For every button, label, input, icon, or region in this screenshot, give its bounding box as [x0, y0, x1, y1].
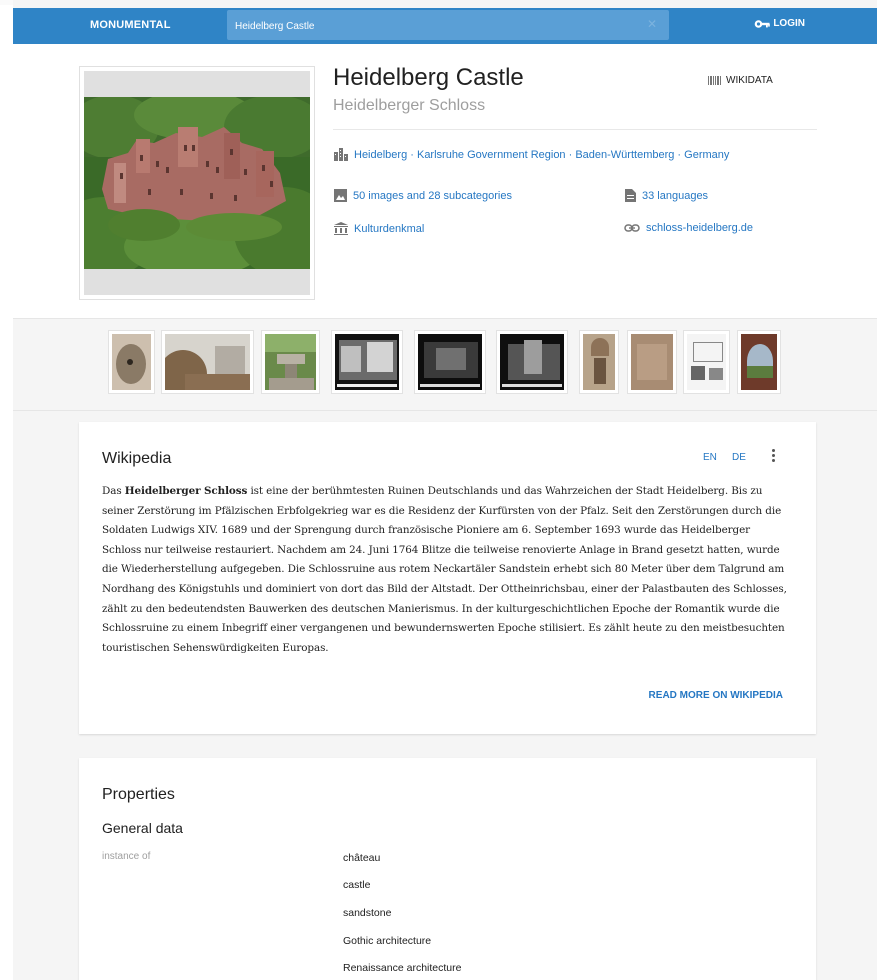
search-box[interactable]: ✕: [227, 10, 669, 40]
page: MONUMENTAL ✕ LOGIN: [13, 0, 877, 980]
wikipedia-extract: Das Heidelberger Schloss ist eine der be…: [102, 482, 792, 658]
monument-subtitle: Heidelberger Schloss: [333, 97, 486, 114]
property-label: instance of: [102, 851, 151, 862]
languages-link[interactable]: 33 languages: [625, 189, 708, 202]
thumbnail-8[interactable]: [627, 330, 677, 394]
top-app-bar: MONUMENTAL ✕ LOGIN: [13, 8, 877, 44]
thumbnail-2[interactable]: [161, 330, 254, 394]
website-text: schloss-heidelberg.de: [646, 222, 754, 234]
wikipedia-heading: Wikipedia: [102, 450, 172, 467]
title-divider: [333, 129, 817, 130]
general-data-heading: General data: [102, 820, 183, 836]
city-icon: [334, 148, 348, 161]
wikidata-link[interactable]: WIKIDATA: [708, 75, 773, 86]
properties-heading: Properties: [102, 786, 175, 803]
lang-en-button[interactable]: EN: [703, 452, 717, 463]
wikipedia-card: Wikipedia EN DE Das Heidelberger Schloss…: [79, 422, 816, 734]
location-breadcrumb[interactable]: Heidelberg · Karlsruhe Government Region…: [334, 148, 729, 161]
image-icon: [334, 189, 347, 202]
wikidata-label: WIKIDATA: [726, 75, 773, 86]
thumbnail-10[interactable]: [737, 330, 781, 394]
castle-photo: [84, 97, 310, 269]
login-button[interactable]: LOGIN: [754, 18, 805, 29]
website-link[interactable]: schloss-heidelberg.de: [624, 222, 753, 234]
thumbnail-strip: [13, 319, 877, 411]
thumbnail-3[interactable]: [261, 330, 320, 394]
thumbnail-1[interactable]: [108, 330, 155, 394]
extract-start: Das: [102, 485, 125, 497]
thumbnail-4[interactable]: [331, 330, 403, 394]
extract-body: ist eine der berühmtesten Ruinen Deutsch…: [102, 485, 787, 654]
main-photo[interactable]: [79, 66, 315, 300]
property-value[interactable]: Gothic architecture: [343, 935, 431, 947]
thumbnail-6[interactable]: [496, 330, 568, 394]
barcode-icon: [708, 76, 721, 85]
key-icon: [755, 19, 771, 28]
images-text: 50 images and 28 subcategories: [353, 189, 512, 202]
thumbnail-9[interactable]: [683, 330, 730, 394]
thumbnail-7[interactable]: [579, 330, 619, 394]
monument-header: Heidelberg Castle Heidelberger Schloss W…: [13, 44, 877, 319]
heritage-text: Kulturdenkmal: [354, 222, 425, 235]
location-text: Heidelberg · Karlsruhe Government Region…: [354, 148, 730, 161]
monument-title: Heidelberg Castle: [333, 64, 524, 91]
read-more-link[interactable]: READ MORE ON WIKIPEDIA: [649, 690, 783, 701]
property-value[interactable]: sandstone: [343, 907, 391, 919]
search-input[interactable]: [233, 15, 637, 37]
museum-icon: [334, 222, 348, 235]
lang-de-button[interactable]: DE: [732, 452, 746, 463]
document-icon: [625, 189, 636, 202]
images-link[interactable]: 50 images and 28 subcategories: [334, 189, 512, 202]
thumbnail-5[interactable]: [414, 330, 486, 394]
link-icon: [624, 224, 640, 232]
property-value[interactable]: Renaissance architecture: [343, 962, 461, 974]
clear-search-icon[interactable]: ✕: [647, 18, 657, 30]
property-value[interactable]: castle: [343, 879, 370, 891]
photo-frame: [84, 71, 310, 295]
properties-card: Properties General data instance of chât…: [79, 758, 816, 980]
property-value[interactable]: château: [343, 852, 380, 864]
heritage-link[interactable]: Kulturdenkmal: [334, 222, 424, 235]
login-label: LOGIN: [773, 18, 805, 29]
more-options-icon[interactable]: [769, 449, 777, 462]
languages-text: 33 languages: [642, 189, 709, 202]
brand-logo[interactable]: MONUMENTAL: [90, 19, 171, 31]
extract-subject: Heidelberger Schloss: [124, 485, 248, 497]
